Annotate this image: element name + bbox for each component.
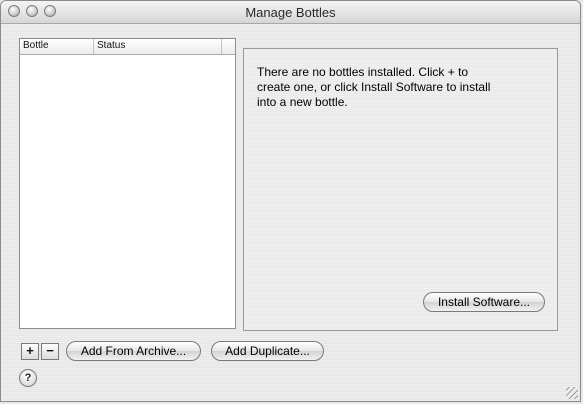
column-header-bottle[interactable]: Bottle [20,39,94,54]
help-button[interactable]: ? [19,369,37,387]
bottles-table[interactable]: Bottle Status [19,38,236,329]
title-bar: Manage Bottles [1,1,580,24]
add-from-archive-button[interactable]: Add From Archive... [66,341,201,361]
remove-bottle-button[interactable]: − [41,343,59,360]
window-title: Manage Bottles [245,5,336,20]
bottle-details-panel: There are no bottles installed. Click + … [243,48,558,331]
resize-grip-icon[interactable] [566,387,578,399]
install-software-button[interactable]: Install Software... [423,292,545,312]
empty-state-message: There are no bottles installed. Click + … [257,65,491,109]
column-header-filler [222,39,235,54]
table-header: Bottle Status [20,39,235,55]
window-content: Bottle Status There are no bottles insta… [1,24,580,401]
column-header-status[interactable]: Status [94,39,222,54]
add-duplicate-button[interactable]: Add Duplicate... [211,341,324,361]
manage-bottles-window: Manage Bottles Bottle Status There are n… [0,0,581,402]
add-bottle-button[interactable]: + [21,343,39,360]
